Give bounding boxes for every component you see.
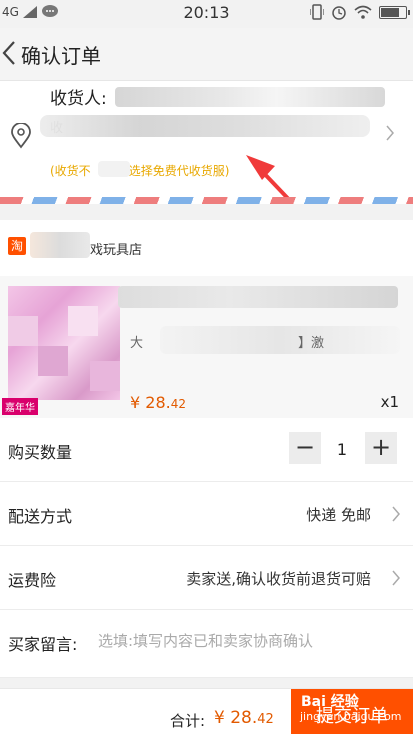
product-image — [8, 286, 120, 400]
delivery-label: 配送方式 — [8, 507, 73, 526]
order-footer: 合计: ¥ 28.42 提交订单 Bai 经验 jingyan.baidu.co… — [0, 688, 413, 734]
total-dec: 42 — [257, 712, 274, 727]
section-gap — [0, 678, 413, 688]
sku-prefix: 大 — [130, 336, 144, 351]
buyer-message-row: 买家留言: 选填:填写内容已和卖家协商确认 — [0, 610, 413, 678]
chevron-right-icon — [392, 506, 400, 522]
delivery-row[interactable]: 配送方式 快递 免邮 — [0, 482, 413, 546]
delivery-value: 快递 免邮 — [306, 506, 371, 524]
price-int: 28. — [145, 393, 171, 412]
shop-name: 戏玩具店 — [90, 243, 143, 258]
section-gap — [0, 204, 413, 220]
product-title-redacted — [118, 286, 398, 308]
total-int: 28. — [230, 708, 258, 728]
chevron-right-icon — [392, 570, 400, 586]
shipping-insurance-row[interactable]: 运费险 卖家送,确认收货前退货可赔 — [0, 546, 413, 610]
increase-button[interactable]: + — [365, 432, 397, 464]
product-badge: 嘉年华 — [2, 398, 38, 415]
purchase-quantity-row: 购买数量 − 1 + — [0, 418, 413, 482]
shop-header: 淘 戏玩具店 — [0, 220, 413, 276]
message-label: 买家留言: — [8, 635, 78, 654]
shop-name-redacted — [30, 232, 90, 258]
total-label: 合计: — [170, 712, 206, 730]
taobao-icon: 淘 — [8, 237, 26, 255]
purchase-qty-label: 购买数量 — [8, 443, 73, 462]
total-price: ¥ 28.42 — [214, 708, 274, 728]
product-price: ¥ 28.42 — [130, 393, 186, 412]
product-quantity: x1 — [380, 393, 399, 411]
price-symbol: ¥ — [130, 393, 141, 412]
baidu-watermark-logo: Bai 经验 — [301, 694, 359, 710]
product-item[interactable]: 嘉年华 大 】激 ¥ 28.42 x1 — [0, 276, 413, 418]
quantity-value[interactable]: 1 — [328, 440, 356, 459]
insurance-label: 运费险 — [8, 571, 57, 590]
price-dec: 42 — [170, 397, 187, 411]
message-input[interactable]: 选填:填写内容已和卖家协商确认 — [98, 630, 313, 651]
baidu-watermark-url: jingyan.baidu.com — [300, 710, 402, 723]
sku-suffix: 】激 — [298, 336, 325, 351]
insurance-value: 卖家送,确认收货前退货可赔 — [186, 570, 371, 588]
address-divider-stripe — [0, 197, 413, 204]
total-symbol: ¥ — [214, 708, 225, 728]
decrease-button[interactable]: − — [289, 432, 321, 464]
product-sku: 大 】激 — [130, 332, 324, 351]
